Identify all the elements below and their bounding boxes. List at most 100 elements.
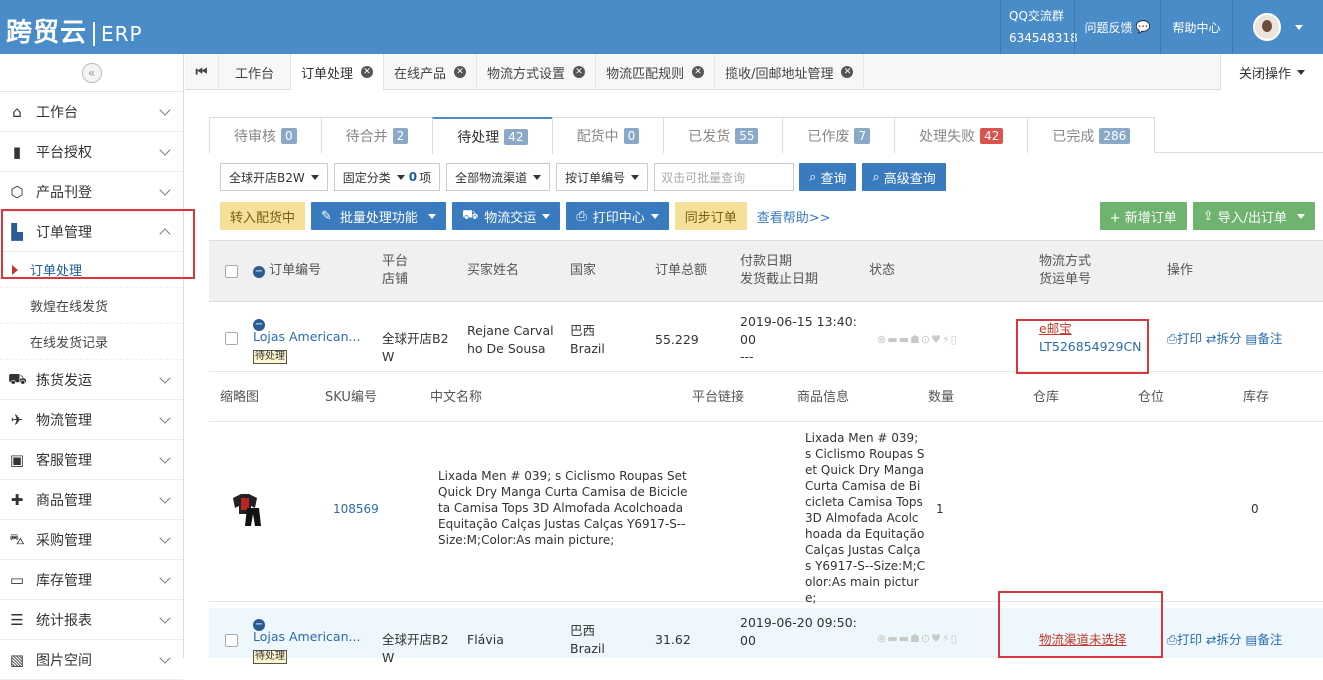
tab-order-processing[interactable]: 订单处理 ✕ [291,54,385,90]
sidebar-subitem-shipping-records[interactable]: 在线发货记录 [0,324,183,360]
ship-deadline: --- [740,349,754,364]
sidebar-item-purchasing[interactable]: ⛍ 采购管理 [0,520,183,560]
note-link[interactable]: ▤备注 [1246,331,1283,346]
help-center-link[interactable]: 帮助中心 [1160,0,1232,54]
print-icon: ⎙ [576,208,587,224]
collapse-left-icon: « [81,62,102,83]
batch-process-button[interactable]: ✎ 批量处理功能 [311,202,446,230]
sidebar-item-inventory[interactable]: ▭ 库存管理 [0,560,183,600]
tab-address-management[interactable]: 揽收/回邮地址管理 ✕ [715,54,865,90]
sidebar-menu: ⌂ 工作台 ▮ 平台授权 ⬡ 产品刊登 ▙ 订单管理 订单处理 敦煌在线发货 在线发货记… [0,92,183,680]
sidebar-item-order-management[interactable]: ▙ 订单管理 [0,212,183,252]
logistics-unselected-link[interactable]: 物流渠道未选择 [1039,631,1127,649]
order-store: 全球开店B2W [382,331,449,364]
close-operations-menu[interactable]: 关闭操作 [1219,54,1323,90]
select-all-checkbox[interactable] [225,265,238,278]
chevron-down-icon [650,213,659,219]
close-icon[interactable]: ✕ [573,66,586,78]
status-tab-voided[interactable]: 已作废 7 [782,117,896,153]
status-tab-failed[interactable]: 处理失败 42 [894,117,1029,153]
tab-workbench[interactable]: 工作台 [219,54,292,90]
upload-icon: ⇪ [1202,208,1214,224]
col-store: 店铺 [382,272,409,287]
tracking-number[interactable]: LT526854929CN [1039,338,1142,356]
advanced-query-button[interactable]: ⌕ 高级查询 [862,163,946,191]
sidebar-item-customer-service[interactable]: ▣ 客服管理 [0,440,183,480]
status-tab-picking[interactable]: 配货中 0 [551,117,665,153]
sidebar-item-picking[interactable]: ⛟ 拣货发运 [0,360,183,400]
count-badge: 7 [854,127,871,144]
user-menu[interactable] [1232,0,1323,54]
split-link[interactable]: ⇄拆分 [1206,632,1242,647]
col-order-no[interactable]: − 订单编号 [253,262,321,280]
row-ops: ⎙打印 ⇄拆分 ▤备注 [1167,330,1282,348]
sidebar-item-reports[interactable]: ☰ 统计报表 [0,600,183,640]
col-warehouse: 仓库 [1033,390,1060,405]
channel-select[interactable]: 全部物流渠道 [446,163,551,191]
product-thumbnail[interactable] [225,490,269,530]
logistics-ship-button[interactable]: ⛟ 物流交运 [451,202,561,230]
help-link[interactable]: 查看帮助>> [757,207,831,226]
status-tab-pending-process[interactable]: 待处理 42 [432,117,553,154]
truck-icon: ⛟ [8,369,27,388]
close-icon[interactable]: ✕ [454,66,467,78]
note-link[interactable]: ▤备注 [1246,632,1283,647]
print-center-button[interactable]: ⎙ 打印中心 [566,202,669,230]
close-icon[interactable]: ✕ [692,66,705,78]
category-select[interactable]: 固定分类 0 项 [333,163,441,191]
chevron-down-icon [159,572,171,584]
print-link[interactable]: ⎙打印 [1167,632,1202,647]
sidebar-item-goods[interactable]: ✚ 商品管理 [0,480,183,520]
tab-logistics-rules[interactable]: 物流匹配规则 ✕ [596,54,716,90]
collapse-all-icon[interactable]: − [253,266,265,278]
order-number-link[interactable]: Lojas American... [253,328,360,346]
sidebar-item-images[interactable]: ▧ 图片空间 [0,640,183,680]
qq-group[interactable]: QQ交流群 634548318 [1000,0,1078,54]
sidebar-collapse[interactable]: « [0,54,183,92]
sku-link[interactable]: 108569 [333,500,379,518]
top-nav: QQ交流群 634548318 问题反馈 💬 帮助中心 [1000,0,1323,54]
brand-logo[interactable]: 跨贸云 ERP [6,12,143,49]
item-quantity: 1 [936,502,944,516]
import-export-button[interactable]: ⇪ 导入/出订单 [1192,202,1315,230]
count-badge: 0 [623,127,640,144]
sync-orders-button[interactable]: 同步订单 [674,202,747,230]
sidebar-item-workbench[interactable]: ⌂ 工作台 [0,92,183,132]
sidebar-item-label: 商品管理 [36,492,92,509]
query-button[interactable]: ⌕ 查询 [799,163,857,191]
sidebar: « ⌂ 工作台 ▮ 平台授权 ⬡ 产品刊登 ▙ 订单管理 订单处理 敦煌在线发货 在线发… [0,54,184,680]
row-checkbox[interactable] [225,332,238,345]
to-picking-button[interactable]: 转入配货中 [220,202,306,230]
status-tab-completed[interactable]: 已完成 286 [1027,117,1156,153]
feedback-link[interactable]: 问题反馈 💬 [1074,0,1160,54]
order-by-select[interactable]: 按订单编号 [556,163,649,191]
status-tab-pending-merge[interactable]: 待合并 2 [320,117,434,153]
print-link[interactable]: ⎙打印 [1167,331,1202,346]
chevron-down-icon [159,228,171,240]
close-icon[interactable]: ✕ [361,66,374,78]
sidebar-item-platform-auth[interactable]: ▮ 平台授权 [0,132,183,172]
status-tab-label: 待处理 [457,129,500,146]
tabs-scroll-left[interactable]: ⏮ [185,54,219,90]
status-tab-shipped[interactable]: 已发货 55 [663,117,784,153]
tab-online-products[interactable]: 在线产品 ✕ [384,54,478,90]
sidebar-subitem-dhgate-shipping[interactable]: 敦煌在线发货 [0,288,183,324]
add-order-button[interactable]: + 新增订单 [1099,202,1187,230]
tab-logistics-settings[interactable]: 物流方式设置 ✕ [477,54,597,90]
chevron-down-icon [159,652,171,664]
category-select-value: 固定分类 [342,170,391,185]
col-country: 国家 [570,263,597,278]
status-tab-pending-review[interactable]: 待审核 0 [209,117,322,153]
close-icon[interactable]: ✕ [841,66,854,78]
sidebar-item-logistics[interactable]: ✈ 物流管理 [0,400,183,440]
logistics-method-link[interactable]: e邮宝 [1039,320,1072,338]
split-link[interactable]: ⇄拆分 [1206,331,1242,346]
status-tab-label: 处理失败 [919,128,976,145]
store-select[interactable]: 全球开店B2W [220,163,328,191]
row-checkbox[interactable] [225,634,238,647]
sidebar-item-product-listing[interactable]: ⬡ 产品刊登 [0,172,183,212]
order-number-link[interactable]: Lojas American... [253,628,360,646]
sidebar-subitem-order-processing[interactable]: 订单处理 [0,252,183,288]
search-input[interactable]: 双击可批量查询 [654,163,795,191]
count-badge: 42 [980,127,1004,144]
